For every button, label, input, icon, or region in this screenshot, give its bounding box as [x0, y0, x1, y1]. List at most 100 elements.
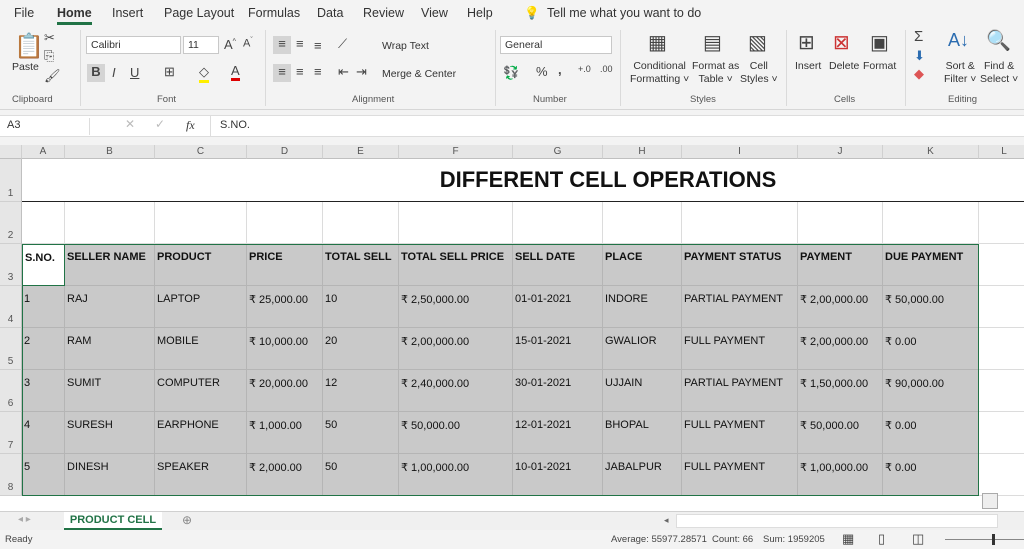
- clear-icon[interactable]: ◆: [914, 66, 924, 82]
- conditional-formatting-button[interactable]: Conditional Formatting ˅: [630, 60, 689, 86]
- table-cell[interactable]: JABALPUR: [603, 454, 682, 496]
- column-header-a[interactable]: A: [22, 145, 65, 159]
- font-size-select[interactable]: 11: [183, 36, 219, 54]
- autosum-icon[interactable]: Σ: [914, 28, 923, 45]
- table-cell[interactable]: ₹ 2,00,000.00: [399, 328, 513, 370]
- cell[interactable]: [323, 202, 399, 244]
- percent-button[interactable]: %: [536, 64, 548, 79]
- table-cell[interactable]: 4: [22, 412, 65, 454]
- column-header-j[interactable]: J: [798, 145, 883, 159]
- table-cell[interactable]: ₹ 1,00,000.00: [798, 454, 883, 496]
- select-all-corner[interactable]: [0, 145, 22, 159]
- format-button[interactable]: Format: [863, 60, 896, 73]
- align-top-icon[interactable]: ≡: [273, 36, 291, 54]
- copy-icon[interactable]: ⎘: [44, 48, 54, 64]
- column-header-l[interactable]: L: [979, 145, 1024, 159]
- align-middle-icon[interactable]: ≡: [296, 36, 304, 51]
- decrease-indent-icon[interactable]: ⇤: [338, 64, 349, 80]
- table-cell[interactable]: SUMIT: [65, 370, 155, 412]
- normal-view-icon[interactable]: ▦: [842, 531, 854, 547]
- formula-input[interactable]: S.NO.: [220, 119, 250, 131]
- table-header-cell[interactable]: SELL DATE: [513, 244, 603, 286]
- table-cell[interactable]: 2: [22, 328, 65, 370]
- table-cell[interactable]: RAJ: [65, 286, 155, 328]
- table-cell[interactable]: 5: [22, 454, 65, 496]
- orientation-icon[interactable]: ⟋: [338, 36, 347, 52]
- row-header-6[interactable]: 6: [0, 370, 22, 412]
- table-cell[interactable]: ₹ 10,000.00: [247, 328, 323, 370]
- table-header-cell[interactable]: PAYMENT: [798, 244, 883, 286]
- table-cell[interactable]: ₹ 2,40,000.00: [399, 370, 513, 412]
- table-header-cell[interactable]: [979, 244, 1024, 286]
- table-cell[interactable]: FULL PAYMENT: [682, 412, 798, 454]
- table-cell[interactable]: FULL PAYMENT: [682, 454, 798, 496]
- cell[interactable]: [883, 202, 979, 244]
- fill-color-icon[interactable]: ◇: [199, 64, 209, 83]
- column-header-g[interactable]: G: [513, 145, 603, 159]
- table-cell[interactable]: ₹ 50,000.00: [883, 286, 979, 328]
- quick-analysis-icon[interactable]: [982, 493, 998, 509]
- table-cell[interactable]: 1: [22, 286, 65, 328]
- zoom-slider-thumb[interactable]: [992, 534, 995, 545]
- column-header-i[interactable]: I: [682, 145, 798, 159]
- scroll-left-icon[interactable]: ◂: [664, 515, 669, 526]
- cell[interactable]: [399, 202, 513, 244]
- increase-indent-icon[interactable]: ⇥: [356, 64, 367, 80]
- column-header-k[interactable]: K: [883, 145, 979, 159]
- table-cell[interactable]: ₹ 0.00: [883, 412, 979, 454]
- table-cell[interactable]: ₹ 2,00,000.00: [798, 286, 883, 328]
- find-select-button[interactable]: Find & Select ˅: [980, 60, 1018, 86]
- cancel-icon[interactable]: ✕: [125, 117, 135, 131]
- increase-decimal-icon[interactable]: +.0: [578, 64, 591, 74]
- table-cell[interactable]: 30-01-2021: [513, 370, 603, 412]
- font-name-select[interactable]: Calibri: [86, 36, 181, 54]
- accounting-format-icon[interactable]: 💱: [503, 65, 519, 81]
- row-header-7[interactable]: 7: [0, 412, 22, 454]
- table-cell[interactable]: EARPHONE: [155, 412, 247, 454]
- table-cell[interactable]: ₹ 2,00,000.00: [798, 328, 883, 370]
- table-cell[interactable]: [979, 328, 1024, 370]
- column-header-c[interactable]: C: [155, 145, 247, 159]
- page-break-view-icon[interactable]: ◫: [912, 531, 924, 547]
- table-cell[interactable]: 10-01-2021: [513, 454, 603, 496]
- italic-button[interactable]: I: [112, 65, 116, 80]
- row-header-8[interactable]: 8: [0, 454, 22, 496]
- format-as-table-icon[interactable]: ▤: [703, 30, 722, 55]
- table-header-cell[interactable]: SELLER NAME: [65, 244, 155, 286]
- format-as-table-button[interactable]: Format as Table ˅: [692, 60, 739, 86]
- cell[interactable]: [22, 202, 65, 244]
- paste-icon[interactable]: 📋: [14, 32, 44, 61]
- table-cell[interactable]: LAPTOP: [155, 286, 247, 328]
- borders-icon[interactable]: ⊞: [164, 64, 175, 80]
- table-cell[interactable]: ₹ 90,000.00: [883, 370, 979, 412]
- sheet-title[interactable]: DIFFERENT CELL OPERATIONS: [22, 159, 1024, 202]
- bold-button[interactable]: B: [87, 64, 105, 82]
- column-header-f[interactable]: F: [399, 145, 513, 159]
- cell[interactable]: [682, 202, 798, 244]
- cell-styles-button[interactable]: Cell Styles ˅: [740, 60, 778, 86]
- table-cell[interactable]: 50: [323, 412, 399, 454]
- table-cell[interactable]: 20: [323, 328, 399, 370]
- table-cell[interactable]: ₹ 50,000.00: [399, 412, 513, 454]
- table-cell[interactable]: SURESH: [65, 412, 155, 454]
- cell[interactable]: [65, 202, 155, 244]
- column-header-h[interactable]: H: [603, 145, 682, 159]
- sort-filter-button[interactable]: Sort & Filter ˅: [944, 60, 976, 86]
- menu-page-layout[interactable]: Page Layout: [164, 6, 234, 20]
- align-left-icon[interactable]: ≡: [273, 64, 291, 82]
- table-header-cell[interactable]: PLACE: [603, 244, 682, 286]
- underline-button[interactable]: U: [130, 65, 139, 80]
- insert-function-button[interactable]: fx: [186, 118, 195, 133]
- paste-button[interactable]: Paste: [12, 61, 39, 74]
- table-cell[interactable]: [979, 454, 1024, 496]
- table-header-cell[interactable]: S.NO.: [22, 244, 65, 286]
- table-cell[interactable]: ₹ 1,50,000.00: [798, 370, 883, 412]
- row-header-3[interactable]: 3: [0, 244, 22, 286]
- delete-cells-icon[interactable]: ⊠: [833, 30, 850, 55]
- table-cell[interactable]: ₹ 1,00,000.00: [399, 454, 513, 496]
- find-select-icon[interactable]: 🔍: [986, 28, 1011, 53]
- scroll-tabs-left-icon[interactable]: ◂ ▸: [18, 514, 31, 525]
- table-header-cell[interactable]: PRODUCT: [155, 244, 247, 286]
- table-header-cell[interactable]: PRICE: [247, 244, 323, 286]
- table-cell[interactable]: 12-01-2021: [513, 412, 603, 454]
